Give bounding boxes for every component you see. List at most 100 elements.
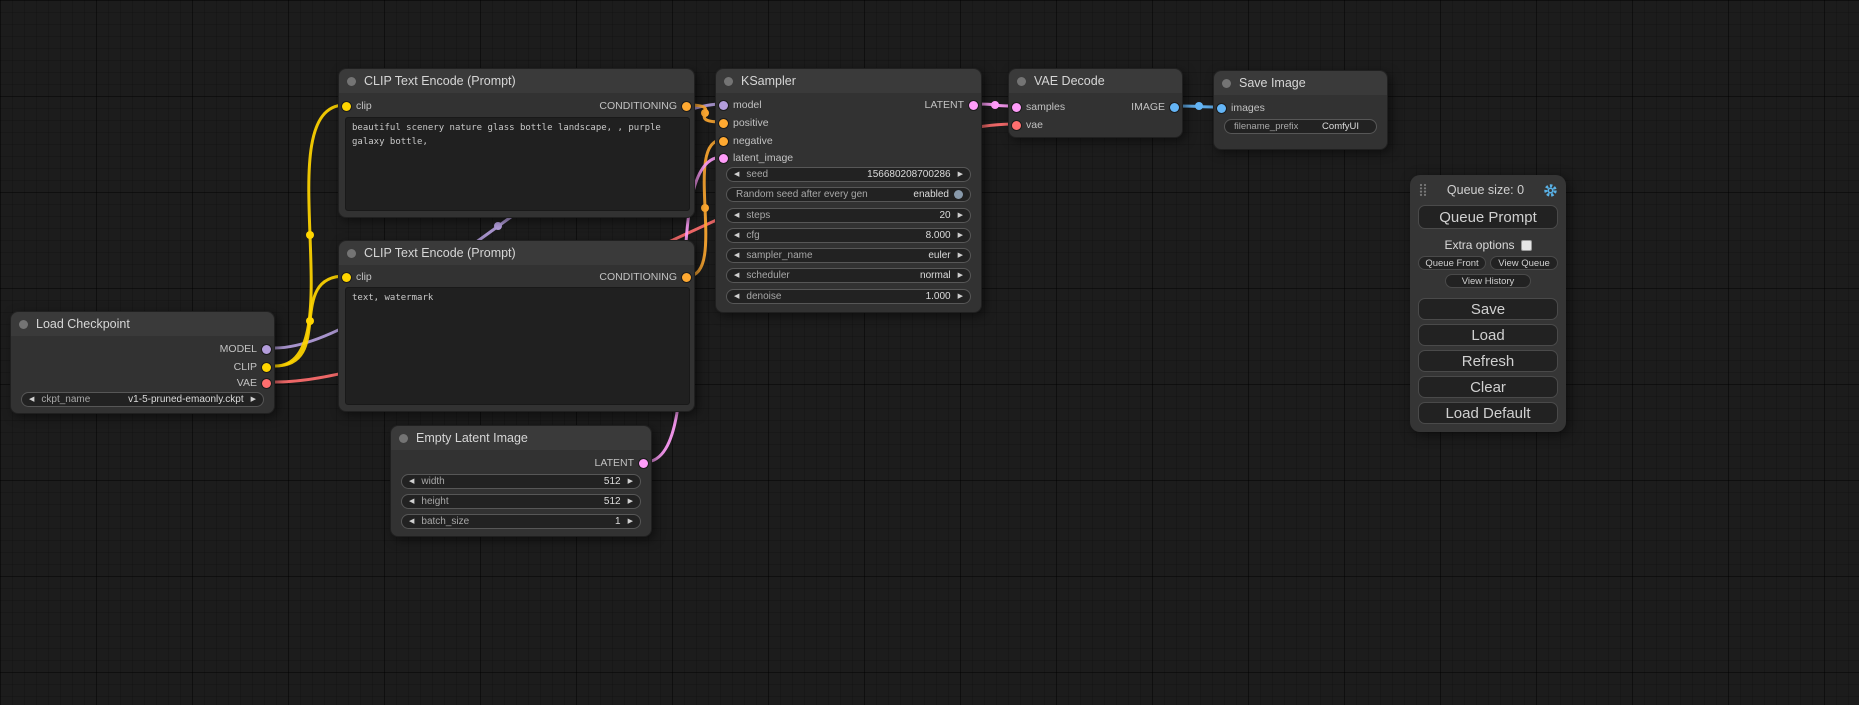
increment-arrow-icon[interactable]: ▶: [958, 171, 963, 178]
increment-arrow-icon[interactable]: ▶: [628, 478, 633, 485]
prev-value-arrow-icon[interactable]: ◀: [734, 252, 739, 259]
negative-prompt-textarea[interactable]: text, watermark: [345, 287, 690, 405]
widget-value: 156680208700286: [867, 169, 950, 180]
collapse-dot-icon[interactable]: [19, 320, 28, 329]
node-title: CLIP Text Encode (Prompt): [364, 246, 516, 260]
samples-input-port[interactable]: [1012, 103, 1021, 112]
node-save-image[interactable]: Save Image images filename_prefix ComfyU…: [1213, 70, 1388, 150]
decrement-arrow-icon[interactable]: ◀: [409, 478, 414, 485]
port-label: CONDITIONING: [599, 271, 677, 283]
queue-front-button[interactable]: Queue Front: [1418, 256, 1486, 270]
batch-size-widget[interactable]: ◀ batch_size 1 ▶: [401, 514, 641, 529]
node-title-bar[interactable]: CLIP Text Encode (Prompt): [339, 241, 694, 265]
port-label: clip: [356, 100, 372, 112]
load-default-button[interactable]: Load Default: [1418, 402, 1558, 424]
node-title-bar[interactable]: VAE Decode: [1009, 69, 1182, 93]
latent-output-port[interactable]: [969, 101, 978, 110]
load-button[interactable]: Load: [1418, 324, 1558, 346]
input-clip: clip: [339, 270, 372, 284]
increment-arrow-icon[interactable]: ▶: [958, 232, 963, 239]
decrement-arrow-icon[interactable]: ◀: [734, 212, 739, 219]
decrement-arrow-icon[interactable]: ◀: [734, 293, 739, 300]
model-input-port[interactable]: [719, 101, 728, 110]
decrement-arrow-icon[interactable]: ◀: [734, 232, 739, 239]
node-vae-decode[interactable]: VAE Decode samples vae IMAGE: [1008, 68, 1183, 138]
decrement-arrow-icon[interactable]: ◀: [409, 518, 414, 525]
increment-arrow-icon[interactable]: ▶: [628, 498, 633, 505]
clear-button[interactable]: Clear: [1418, 376, 1558, 398]
increment-arrow-icon[interactable]: ▶: [628, 518, 633, 525]
negative-input-port[interactable]: [719, 137, 728, 146]
output-conditioning: CONDITIONING: [599, 270, 694, 284]
image-output-port[interactable]: [1170, 103, 1179, 112]
extra-options-checkbox[interactable]: [1521, 240, 1532, 251]
output-clip: CLIP: [234, 360, 274, 374]
next-value-arrow-icon[interactable]: ▶: [251, 396, 256, 403]
clip-input-port[interactable]: [342, 273, 351, 282]
seed-widget[interactable]: ◀ seed 156680208700286 ▶: [726, 167, 971, 182]
vae-output-port[interactable]: [262, 379, 271, 388]
comfy-menu-panel: Queue size: 0 Queue Prompt Extra options…: [1410, 175, 1566, 432]
node-ksampler[interactable]: KSampler model positive negative latent_…: [715, 68, 982, 313]
node-title-bar[interactable]: KSampler: [716, 69, 981, 93]
width-widget[interactable]: ◀ width 512 ▶: [401, 474, 641, 489]
collapse-dot-icon[interactable]: [1222, 79, 1231, 88]
cfg-widget[interactable]: ◀ cfg 8.000 ▶: [726, 228, 971, 243]
settings-gear-icon[interactable]: [1543, 183, 1558, 198]
widget-value: 1.000: [926, 291, 951, 302]
collapse-dot-icon[interactable]: [1017, 77, 1026, 86]
steps-widget[interactable]: ◀ steps 20 ▶: [726, 208, 971, 223]
graph-canvas[interactable]: Load Checkpoint MODEL CLIP VAE ◀ ckpt_na…: [0, 0, 1859, 705]
ckpt-name-widget[interactable]: ◀ ckpt_name v1-5-pruned-emaonly.ckpt ▶: [21, 392, 264, 407]
scheduler-widget[interactable]: ◀ scheduler normal ▶: [726, 268, 971, 283]
increment-arrow-icon[interactable]: ▶: [958, 212, 963, 219]
node-title-bar[interactable]: Empty Latent Image: [391, 426, 651, 450]
collapse-dot-icon[interactable]: [399, 434, 408, 443]
latent-image-input-port[interactable]: [719, 154, 728, 163]
images-input-port[interactable]: [1217, 104, 1226, 113]
collapse-dot-icon[interactable]: [347, 77, 356, 86]
model-output-port[interactable]: [262, 345, 271, 354]
widget-value: 512: [604, 496, 621, 507]
drag-handle-icon[interactable]: [1418, 183, 1428, 197]
positive-input-port[interactable]: [719, 119, 728, 128]
queue-prompt-button[interactable]: Queue Prompt: [1418, 205, 1558, 229]
node-title-bar[interactable]: Save Image: [1214, 71, 1387, 95]
decrement-arrow-icon[interactable]: ◀: [734, 171, 739, 178]
increment-arrow-icon[interactable]: ▶: [958, 293, 963, 300]
node-empty-latent-image[interactable]: Empty Latent Image LATENT ◀ width 512 ▶ …: [390, 425, 652, 537]
positive-prompt-textarea[interactable]: beautiful scenery nature glass bottle la…: [345, 117, 690, 211]
save-button[interactable]: Save: [1418, 298, 1558, 320]
node-clip-text-encode-negative[interactable]: CLIP Text Encode (Prompt) clip CONDITION…: [338, 240, 695, 412]
conditioning-output-port[interactable]: [682, 102, 691, 111]
next-value-arrow-icon[interactable]: ▶: [958, 272, 963, 279]
collapse-dot-icon[interactable]: [347, 249, 356, 258]
view-queue-button[interactable]: View Queue: [1490, 256, 1558, 270]
collapse-dot-icon[interactable]: [724, 77, 733, 86]
prev-value-arrow-icon[interactable]: ◀: [29, 396, 34, 403]
clip-input-port[interactable]: [342, 102, 351, 111]
filename-prefix-widget[interactable]: filename_prefix ComfyUI: [1224, 119, 1377, 134]
port-label: latent_image: [733, 152, 793, 164]
sampler-name-widget[interactable]: ◀ sampler_name euler ▶: [726, 248, 971, 263]
input-images: images: [1214, 101, 1265, 115]
random-seed-toggle[interactable]: Random seed after every gen enabled: [726, 187, 971, 202]
prev-value-arrow-icon[interactable]: ◀: [734, 272, 739, 279]
latent-output-port[interactable]: [639, 459, 648, 468]
widget-value: 8.000: [926, 230, 951, 241]
toggle-on-dot[interactable]: [954, 190, 963, 199]
vae-input-port[interactable]: [1012, 121, 1021, 130]
height-widget[interactable]: ◀ height 512 ▶: [401, 494, 641, 509]
view-history-button[interactable]: View History: [1445, 274, 1531, 288]
node-title-bar[interactable]: Load Checkpoint: [11, 312, 274, 336]
decrement-arrow-icon[interactable]: ◀: [409, 498, 414, 505]
conditioning-output-port[interactable]: [682, 273, 691, 282]
next-value-arrow-icon[interactable]: ▶: [958, 252, 963, 259]
node-load-checkpoint[interactable]: Load Checkpoint MODEL CLIP VAE ◀ ckpt_na…: [10, 311, 275, 414]
node-clip-text-encode-positive[interactable]: CLIP Text Encode (Prompt) clip CONDITION…: [338, 68, 695, 218]
denoise-widget[interactable]: ◀ denoise 1.000 ▶: [726, 289, 971, 304]
port-label: vae: [1026, 119, 1043, 131]
node-title-bar[interactable]: CLIP Text Encode (Prompt): [339, 69, 694, 93]
clip-output-port[interactable]: [262, 363, 271, 372]
refresh-button[interactable]: Refresh: [1418, 350, 1558, 372]
